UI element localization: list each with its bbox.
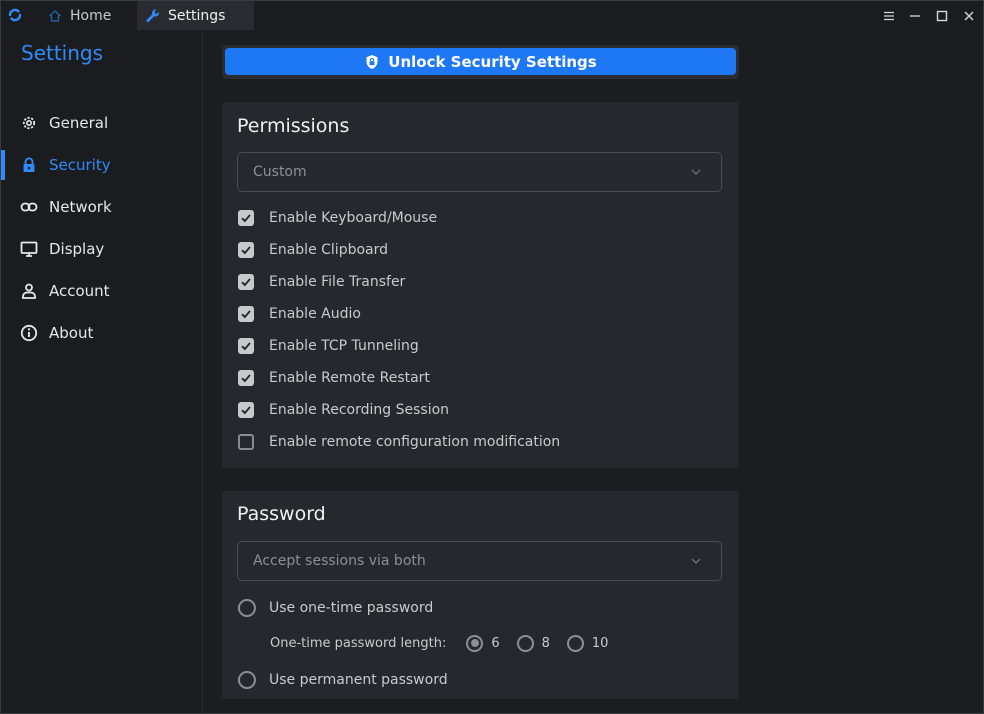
- sidebar-item-account[interactable]: Account: [1, 273, 202, 309]
- permission-remote-config-modification[interactable]: Enable remote configuration modification: [238, 431, 560, 453]
- permissions-title: Permissions: [237, 115, 350, 137]
- user-icon: [20, 282, 38, 300]
- lock-icon: [20, 156, 38, 174]
- gear-icon: [20, 114, 38, 132]
- unlock-container: Unlock Security Settings: [222, 45, 739, 79]
- checkbox-checked[interactable]: [238, 338, 254, 354]
- checkbox-checked[interactable]: [238, 370, 254, 386]
- permission-label: Enable Recording Session: [269, 402, 450, 418]
- length-value: 8: [541, 635, 550, 651]
- radio-unselected[interactable]: [238, 671, 256, 689]
- permanent-password-label: Use permanent password: [269, 672, 448, 688]
- home-icon: [47, 8, 63, 24]
- checkbox-checked[interactable]: [238, 242, 254, 258]
- sidebar-item-label: Network: [49, 198, 112, 216]
- app-window: Home Settings Settings General Security …: [0, 0, 984, 714]
- permission-audio[interactable]: Enable Audio: [238, 303, 361, 325]
- sidebar-item-display[interactable]: Display: [1, 231, 202, 267]
- minimize-icon[interactable]: [902, 1, 928, 30]
- sidebar-item-network[interactable]: Network: [1, 189, 202, 225]
- info-icon: [20, 324, 38, 342]
- one-time-password-label: Use one-time password: [269, 600, 434, 616]
- length-option-8[interactable]: 8: [516, 634, 550, 652]
- tab-home-label: Home: [70, 7, 112, 24]
- password-mode-dropdown[interactable]: Accept sessions via both: [237, 541, 722, 581]
- sidebar-item-general[interactable]: General: [1, 105, 202, 141]
- one-time-password-option[interactable]: Use one-time password: [238, 597, 433, 619]
- checkbox-unchecked[interactable]: [238, 434, 254, 450]
- permissions-preset-dropdown[interactable]: Custom: [237, 152, 722, 192]
- shield-icon: [364, 54, 380, 70]
- permission-label: Enable File Transfer: [269, 274, 406, 290]
- length-value: 10: [591, 635, 609, 651]
- permission-label: Enable TCP Tunneling: [269, 338, 419, 354]
- radio-unselected[interactable]: [238, 599, 256, 617]
- tab-home[interactable]: Home: [39, 1, 135, 30]
- menu-icon[interactable]: [876, 1, 902, 30]
- sidebar: Settings General Security Network Displa…: [1, 30, 203, 713]
- chevron-down-icon: [689, 554, 703, 568]
- checkbox-checked[interactable]: [238, 402, 254, 418]
- permission-label: Enable Keyboard/Mouse: [269, 210, 438, 226]
- password-mode-value: Accept sessions via both: [253, 553, 426, 569]
- password-title: Password: [237, 503, 326, 525]
- checkbox-checked[interactable]: [238, 210, 254, 226]
- password-length-row: One-time password length: 6 8 10: [270, 632, 625, 654]
- chevron-down-icon: [689, 165, 703, 179]
- wrench-icon: [145, 8, 161, 24]
- link-icon: [20, 198, 38, 216]
- permission-label: Enable remote configuration modification: [269, 434, 561, 450]
- permission-label: Enable Audio: [269, 306, 361, 322]
- maximize-icon[interactable]: [929, 1, 955, 30]
- checkbox-checked[interactable]: [238, 306, 254, 322]
- monitor-icon: [20, 240, 38, 258]
- sidebar-title: Settings: [21, 41, 104, 65]
- radio-selected[interactable]: [466, 634, 484, 652]
- permission-remote-restart[interactable]: Enable Remote Restart: [238, 367, 430, 389]
- radio-unselected[interactable]: [566, 634, 584, 652]
- permanent-password-option[interactable]: Use permanent password: [238, 669, 448, 691]
- length-option-6[interactable]: 6: [466, 634, 500, 652]
- permission-label: Enable Clipboard: [269, 242, 389, 258]
- length-option-10[interactable]: 10: [566, 634, 609, 652]
- sidebar-item-label: Security: [49, 156, 111, 174]
- sidebar-item-label: General: [49, 114, 109, 132]
- radio-unselected[interactable]: [516, 634, 534, 652]
- length-value: 6: [491, 635, 500, 651]
- tab-settings[interactable]: Settings: [137, 1, 254, 30]
- permission-tcp-tunneling[interactable]: Enable TCP Tunneling: [238, 335, 419, 357]
- unlock-security-settings-button[interactable]: Unlock Security Settings: [225, 48, 736, 75]
- password-card: Password Accept sessions via both Use on…: [222, 491, 739, 699]
- title-bar: Home Settings: [1, 1, 983, 30]
- app-logo-icon: [7, 7, 23, 23]
- permission-keyboard-mouse[interactable]: Enable Keyboard/Mouse: [238, 207, 437, 229]
- permission-file-transfer[interactable]: Enable File Transfer: [238, 271, 405, 293]
- permission-label: Enable Remote Restart: [269, 370, 430, 386]
- sidebar-item-label: Account: [49, 282, 110, 300]
- sidebar-item-about[interactable]: About: [1, 315, 202, 351]
- permission-recording-session[interactable]: Enable Recording Session: [238, 399, 449, 421]
- close-icon[interactable]: [956, 1, 982, 30]
- sidebar-item-label: About: [49, 324, 94, 342]
- permissions-preset-value: Custom: [253, 164, 307, 180]
- tab-settings-label: Settings: [168, 7, 226, 24]
- password-length-label: One-time password length:: [270, 635, 447, 651]
- sidebar-item-label: Display: [49, 240, 105, 258]
- unlock-button-label: Unlock Security Settings: [388, 52, 597, 71]
- permissions-card: Permissions Custom Enable Keyboard/Mouse…: [222, 102, 739, 468]
- checkbox-checked[interactable]: [238, 274, 254, 290]
- sidebar-item-security[interactable]: Security: [1, 147, 202, 183]
- permission-clipboard[interactable]: Enable Clipboard: [238, 239, 388, 261]
